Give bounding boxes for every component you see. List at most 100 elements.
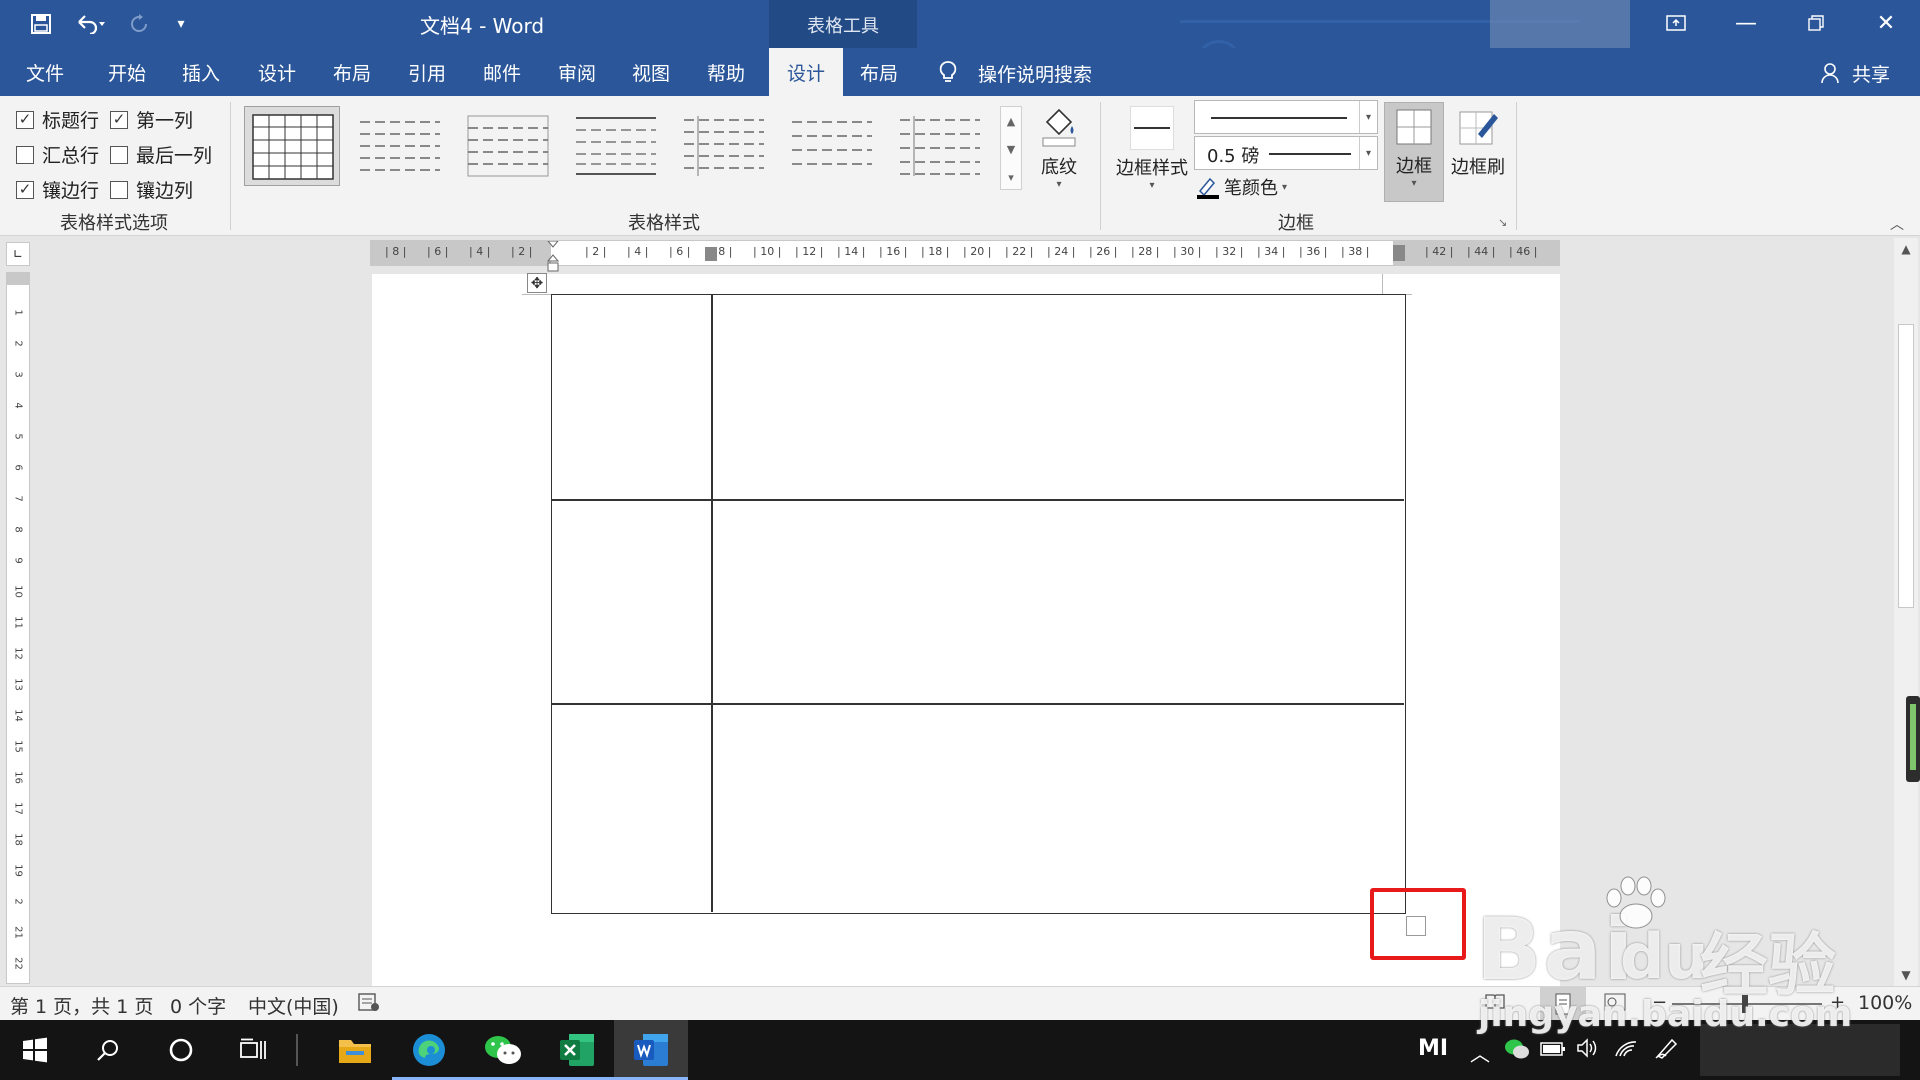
mi-brand-icon[interactable]: MI <box>1418 1036 1448 1061</box>
wechat-icon[interactable] <box>466 1020 540 1080</box>
tab-selector-icon[interactable]: ∟ <box>6 242 30 266</box>
right-indent-marker[interactable] <box>1393 245 1405 261</box>
tab-layout[interactable]: 布局 <box>321 48 383 96</box>
table-style-light-2[interactable] <box>460 106 556 186</box>
scroll-up-icon[interactable]: ▲ <box>1894 238 1918 260</box>
dropdown-icon: ▾ <box>1149 180 1155 191</box>
table-style-grid[interactable] <box>244 106 340 186</box>
scroll-up-icon[interactable]: ▲ <box>1001 107 1021 135</box>
wifi-icon[interactable] <box>1614 1038 1638 1063</box>
start-icon[interactable] <box>0 1020 70 1080</box>
restore-icon[interactable] <box>1782 0 1850 46</box>
more-icon[interactable]: ▾ <box>1001 163 1021 191</box>
table-style-light-3[interactable] <box>568 106 664 186</box>
option-first-column[interactable]: ✓ 第一列 <box>110 106 193 133</box>
tab-design[interactable]: 设计 <box>246 48 308 96</box>
word-icon[interactable] <box>614 1020 688 1080</box>
pen-color-button[interactable]: 笔颜色 ▾ <box>1196 174 1287 200</box>
tab-table-layout[interactable]: 布局 <box>848 48 910 96</box>
tab-insert[interactable]: 插入 <box>170 48 232 96</box>
option-banded-rows[interactable]: ✓ 镶边行 <box>16 176 99 203</box>
redo-icon[interactable] <box>124 10 154 38</box>
checkbox-checked-icon[interactable]: ✓ <box>110 110 128 129</box>
scroll-thumb[interactable] <box>1898 324 1914 608</box>
ruler-margin <box>7 273 29 285</box>
minimize-icon[interactable]: — <box>1712 0 1780 46</box>
edge-icon[interactable] <box>392 1020 466 1080</box>
scroll-down-icon[interactable]: ▼ <box>1894 964 1918 986</box>
document-table[interactable] <box>551 294 1406 914</box>
border-painter-label: 边框刷 <box>1451 157 1505 178</box>
tab-table-design[interactable]: 设计 <box>769 48 843 96</box>
close-icon[interactable]: ✕ <box>1852 0 1920 46</box>
tab-references[interactable]: 引用 <box>396 48 458 96</box>
horizontal-ruler[interactable]: | 8 | | 6 | | 4 | | 2 | | 2 | | 4 | | 6 | | 8 … <box>370 240 1560 272</box>
table-style-light-1[interactable] <box>352 106 448 186</box>
line-style-dropdown[interactable]: ▾ <box>1194 100 1378 134</box>
option-label: 标题行 <box>42 110 100 132</box>
tab-file[interactable]: 文件 <box>14 48 76 96</box>
table-move-handle-icon[interactable]: ✥ <box>527 273 547 293</box>
language[interactable]: 中文(中国) <box>248 992 339 1019</box>
checkbox-checked-icon[interactable]: ✓ <box>16 110 34 129</box>
search-icon[interactable] <box>70 1020 146 1080</box>
ribbon-display-icon[interactable] <box>1642 0 1710 46</box>
person-icon[interactable] <box>1820 62 1840 89</box>
checkbox-checked-icon[interactable]: ✓ <box>16 180 34 199</box>
ruler-tick-label: | 2 | <box>585 245 607 258</box>
side-widget[interactable] <box>1906 696 1920 782</box>
option-header-row[interactable]: ✓ 标题行 <box>16 106 99 133</box>
dialog-launcher-icon[interactable]: ↘ <box>1498 216 1507 229</box>
tab-review[interactable]: 审阅 <box>546 48 608 96</box>
share-button[interactable]: 共享 <box>1852 60 1890 87</box>
save-icon[interactable] <box>26 10 56 38</box>
collapse-ribbon-icon[interactable]: ︿ <box>1890 214 1904 234</box>
task-view-icon[interactable] <box>216 1020 290 1080</box>
checkbox-unchecked-icon[interactable] <box>16 145 34 164</box>
table-style-light-5[interactable] <box>784 106 880 186</box>
scroll-down-icon[interactable]: ▼ <box>1001 135 1021 163</box>
file-explorer-icon[interactable] <box>318 1020 392 1080</box>
table-style-light-6[interactable] <box>892 106 988 186</box>
column-marker[interactable] <box>705 247 717 261</box>
excel-icon[interactable] <box>540 1020 614 1080</box>
vertical-ruler[interactable]: 1 2 3 4 5 6 7 8 9 10 11 12 13 14 15 16 17 18 19 2 21 22 <box>6 272 30 984</box>
border-styles-button[interactable]: 边框样式 ▾ <box>1114 106 1190 191</box>
table-style-light-4[interactable] <box>676 106 772 186</box>
vertical-scrollbar[interactable]: ▲ ▼ <box>1894 238 1918 986</box>
volume-icon[interactable] <box>1576 1038 1600 1063</box>
option-banded-columns[interactable]: 镶边列 <box>110 176 193 203</box>
ruler-tick-label: 13 <box>12 678 24 691</box>
battery-icon[interactable] <box>1540 1038 1566 1062</box>
gallery-scroll[interactable]: ▲ ▼ ▾ <box>1000 106 1022 190</box>
option-last-column[interactable]: 最后一列 <box>110 141 212 168</box>
tab-help[interactable]: 帮助 <box>695 48 757 96</box>
option-total-row[interactable]: 汇总行 <box>16 141 99 168</box>
tray-wechat-icon[interactable] <box>1504 1038 1530 1065</box>
tab-mailings[interactable]: 邮件 <box>471 48 533 96</box>
lightbulb-icon[interactable] <box>938 60 958 89</box>
page-count[interactable]: 第 1 页，共 1 页 <box>10 992 153 1019</box>
macro-icon[interactable] <box>358 992 380 1017</box>
tray-chevron-icon[interactable]: ︿ <box>1470 1038 1490 1067</box>
borders-label: 边框 <box>1396 156 1432 177</box>
tab-home[interactable]: 开始 <box>96 48 158 96</box>
option-label: 镶边列 <box>136 180 194 202</box>
customize-icon[interactable]: ▾ <box>166 10 196 38</box>
word-count[interactable]: 0 个字 <box>170 992 226 1019</box>
cortana-icon[interactable] <box>144 1020 218 1080</box>
zoom-level[interactable]: 100% <box>1858 992 1912 1014</box>
borders-button[interactable]: 边框 ▾ <box>1384 102 1444 202</box>
pen-workspace-icon[interactable] <box>1654 1038 1678 1065</box>
border-painter-button[interactable]: 边框刷 <box>1448 102 1508 179</box>
tell-me-search[interactable]: 操作说明搜索 <box>978 60 1092 87</box>
shading-button[interactable]: 底纹 ▾ <box>1036 104 1082 190</box>
checkbox-unchecked-icon[interactable] <box>110 145 128 164</box>
tab-view[interactable]: 视图 <box>620 48 682 96</box>
indent-marker-icon[interactable] <box>546 240 560 272</box>
line-weight-dropdown[interactable]: 0.5 磅 ▾ <box>1194 136 1378 170</box>
checkbox-unchecked-icon[interactable] <box>110 180 128 199</box>
undo-icon[interactable] <box>68 10 112 38</box>
dropdown-icon: ▾ <box>1359 137 1377 169</box>
ruler-tick-label: 4 <box>12 402 24 409</box>
